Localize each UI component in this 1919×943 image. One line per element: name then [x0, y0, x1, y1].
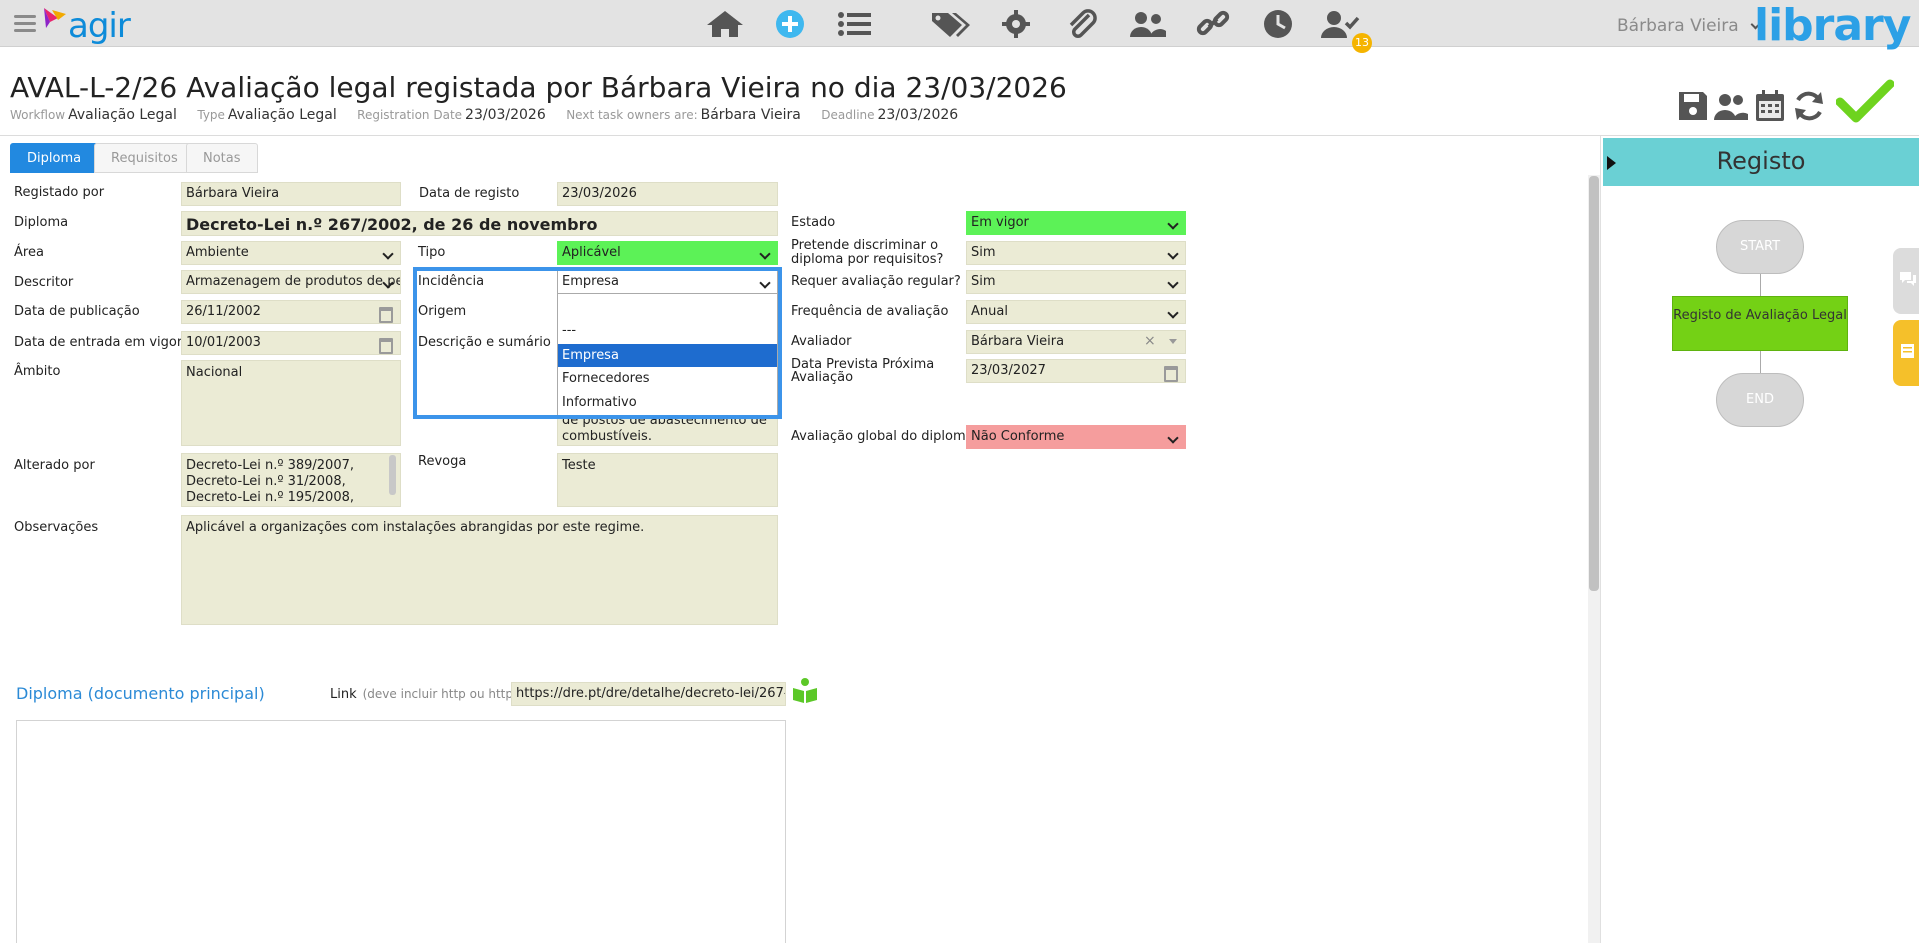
estado-select[interactable]: Em vigor: [966, 211, 1186, 235]
registado-por-label: Registado por: [14, 185, 105, 200]
data-prevista-label: Data Prevista Próxima Avaliação: [791, 357, 935, 385]
tab-notas[interactable]: Notas: [186, 143, 258, 173]
logo-text: agir: [68, 6, 131, 46]
alterado-por-scrollbar[interactable]: [389, 455, 396, 495]
descritor-select[interactable]: Armazenagem de produtos de pet: [181, 270, 401, 294]
registado-por-field[interactable]: Bárbara Vieira: [181, 182, 401, 206]
paperclip-icon[interactable]: [1063, 9, 1103, 39]
tab-diploma[interactable]: Diploma: [10, 143, 99, 173]
comments-icon: [1900, 272, 1916, 286]
estado-label: Estado: [791, 215, 836, 230]
deadline-value: 23/03/2026: [877, 107, 959, 123]
descritor-label: Descritor: [14, 275, 74, 290]
user-check-icon[interactable]: [1320, 9, 1360, 39]
next-owners-label: Next task owners are:: [566, 108, 698, 122]
observacoes-label: Observações: [14, 520, 99, 535]
clock-icon[interactable]: [1258, 9, 1298, 39]
link-icon[interactable]: [1193, 9, 1233, 39]
user-name: Bárbara Vieira: [1617, 16, 1739, 36]
registration-date-value: 23/03/2026: [465, 107, 546, 123]
deadline-label: Deadline: [821, 108, 875, 122]
data-registo-field[interactable]: 23/03/2026: [557, 182, 778, 206]
link-label: Link (deve incluir http ou https): [330, 687, 524, 702]
alterado-por-field[interactable]: Decreto-Lei n.º 389/2007, Decreto-Lei n.…: [181, 453, 401, 507]
avaliacao-global-select[interactable]: Não Conforme: [966, 425, 1186, 449]
discriminar-select[interactable]: Sim: [966, 241, 1186, 265]
area-select[interactable]: Ambiente: [181, 241, 401, 265]
open-book-icon[interactable]: [791, 676, 819, 704]
requer-label: Requer avaliação regular?: [791, 274, 961, 289]
users-icon[interactable]: [1128, 9, 1168, 39]
save-icon[interactable]: [1675, 88, 1711, 124]
document-viewer[interactable]: [16, 720, 786, 943]
tipo-label: Tipo: [418, 245, 446, 260]
requer-select[interactable]: Sim: [966, 270, 1186, 294]
workflow-step-node[interactable]: Registo de Avaliação Legal: [1672, 296, 1848, 351]
incidencia-highlight-frame: [413, 267, 782, 419]
notes-icon: [1901, 344, 1914, 358]
workflow-start-node[interactable]: START: [1716, 220, 1804, 274]
refresh-icon[interactable]: [1791, 88, 1827, 124]
data-publicacao-label: Data de publicação: [14, 304, 140, 319]
data-entrada-label: Data de entrada em vigor: [14, 335, 183, 350]
users-icon[interactable]: [1713, 88, 1749, 124]
notification-badge[interactable]: 13: [1352, 33, 1372, 53]
home-icon[interactable]: [705, 9, 745, 39]
workflow-label: Workflow: [10, 108, 66, 122]
calendar-icon[interactable]: [1752, 88, 1788, 124]
page-meta: Workflow Avaliação Legal Type Avaliação Le…: [10, 107, 974, 123]
workflow-connector: [1760, 351, 1761, 373]
tab-requisitos[interactable]: Requisitos: [94, 143, 195, 173]
side-tab-notes[interactable]: [1893, 320, 1919, 386]
link-hint: (deve incluir http ou https): [362, 687, 524, 701]
brand-logo: library: [1754, 0, 1911, 51]
side-tab-comments[interactable]: [1893, 248, 1919, 314]
page-title: AVAL-L-2/26 Avaliação legal registada po…: [10, 71, 1067, 104]
workflow-end-node[interactable]: END: [1716, 373, 1804, 427]
observacoes-field[interactable]: Aplicável a organizações com instalações…: [181, 515, 778, 625]
area-label: Área: [14, 245, 44, 260]
link-input[interactable]: https://dre.pt/dre/detalhe/decreto-lei/2…: [511, 682, 786, 706]
caret-down-icon[interactable]: [1169, 339, 1177, 344]
data-prevista-field[interactable]: 23/03/2027: [966, 359, 1186, 383]
tipo-select[interactable]: Aplicável: [557, 241, 778, 265]
avaliacao-global-label: Avaliação global do diploma: [791, 429, 974, 444]
add-icon[interactable]: [770, 9, 810, 39]
data-publicacao-field[interactable]: 26/11/2002: [181, 300, 401, 324]
workflow-connector: [1760, 274, 1761, 296]
next-owners-value: Bárbara Vieira: [700, 107, 801, 123]
tags-icon[interactable]: [930, 9, 970, 39]
clear-icon[interactable]: ×: [1144, 333, 1156, 349]
avaliador-label: Avaliador: [791, 334, 852, 349]
discriminar-label: Pretende discriminar o diploma por requi…: [791, 238, 944, 267]
revoga-label: Revoga: [418, 454, 467, 469]
user-menu[interactable]: Bárbara Vieira: [1617, 16, 1761, 36]
workflow-panel-title: Registo: [1716, 147, 1806, 175]
diploma-label: Diploma: [14, 215, 69, 230]
frequencia-label: Frequência de avaliação: [791, 304, 949, 319]
check-icon[interactable]: [1836, 78, 1894, 124]
data-registo-label: Data de registo: [419, 186, 520, 201]
revoga-field[interactable]: Teste: [557, 453, 778, 507]
type-label: Type: [197, 108, 225, 122]
menu-icon[interactable]: [14, 15, 36, 33]
ambito-label: Âmbito: [14, 364, 61, 379]
alterado-por-label: Alterado por: [14, 458, 95, 473]
frequencia-select[interactable]: Anual: [966, 300, 1186, 324]
document-title: Diploma (documento principal): [16, 684, 265, 703]
data-entrada-field[interactable]: 10/01/2003: [181, 331, 401, 355]
ambito-field[interactable]: Nacional: [181, 360, 401, 446]
page-scrollbar-thumb[interactable]: [1589, 176, 1599, 591]
workflow-value: Avaliação Legal: [68, 107, 177, 123]
registration-date-label: Registration Date: [357, 108, 463, 122]
list-icon[interactable]: [835, 9, 875, 39]
type-value: Avaliação Legal: [227, 107, 337, 123]
link-label-text: Link: [330, 687, 357, 702]
gear-icon[interactable]: [996, 9, 1036, 39]
diploma-field[interactable]: Decreto-Lei n.º 267/2002, de 26 de novem…: [181, 211, 778, 236]
descricao-text-line-2: combustíveis.: [562, 429, 652, 444]
